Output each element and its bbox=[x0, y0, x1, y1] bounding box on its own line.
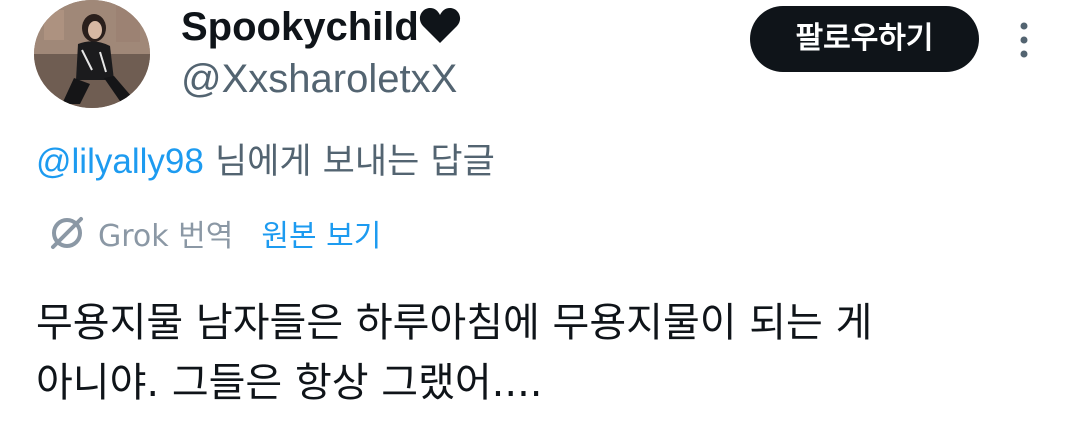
display-name-text: Spookychild bbox=[181, 5, 419, 49]
translation-bar: Grok 번역 원본 보기 bbox=[48, 211, 381, 255]
show-original-link[interactable]: 원본 보기 bbox=[261, 211, 381, 255]
avatar[interactable] bbox=[34, 0, 150, 108]
display-name[interactable]: Spookychild bbox=[181, 3, 461, 56]
tweet-text: 무용지물 남자들은 하루아침에 무용지물이 되는 게 아니야. 그들은 항상 그… bbox=[36, 293, 1046, 413]
tweet-text-line: 무용지물 남자들은 하루아침에 무용지물이 되는 게 bbox=[36, 300, 873, 346]
reply-context-text: 님에게 보내는 답글 bbox=[203, 142, 495, 182]
reply-context: @lilyally98 님에게 보내는 답글 bbox=[36, 140, 495, 184]
black-heart-icon bbox=[419, 7, 461, 56]
grok-icon bbox=[48, 214, 86, 252]
user-handle[interactable]: @XxsharoletxX bbox=[181, 55, 457, 103]
follow-button[interactable]: 팔로우하기 bbox=[750, 6, 979, 72]
more-vertical-icon[interactable] bbox=[1012, 20, 1036, 60]
reply-mention-link[interactable]: @lilyally98 bbox=[36, 142, 204, 181]
tweet-text-line: 아니야. 그들은 항상 그랬어.... bbox=[36, 360, 543, 406]
tweet-card: Spookychild @XxsharoletxX 팔로우하기 @lilyall… bbox=[0, 0, 1080, 441]
grok-translate-label: Grok 번역 bbox=[98, 219, 234, 254]
